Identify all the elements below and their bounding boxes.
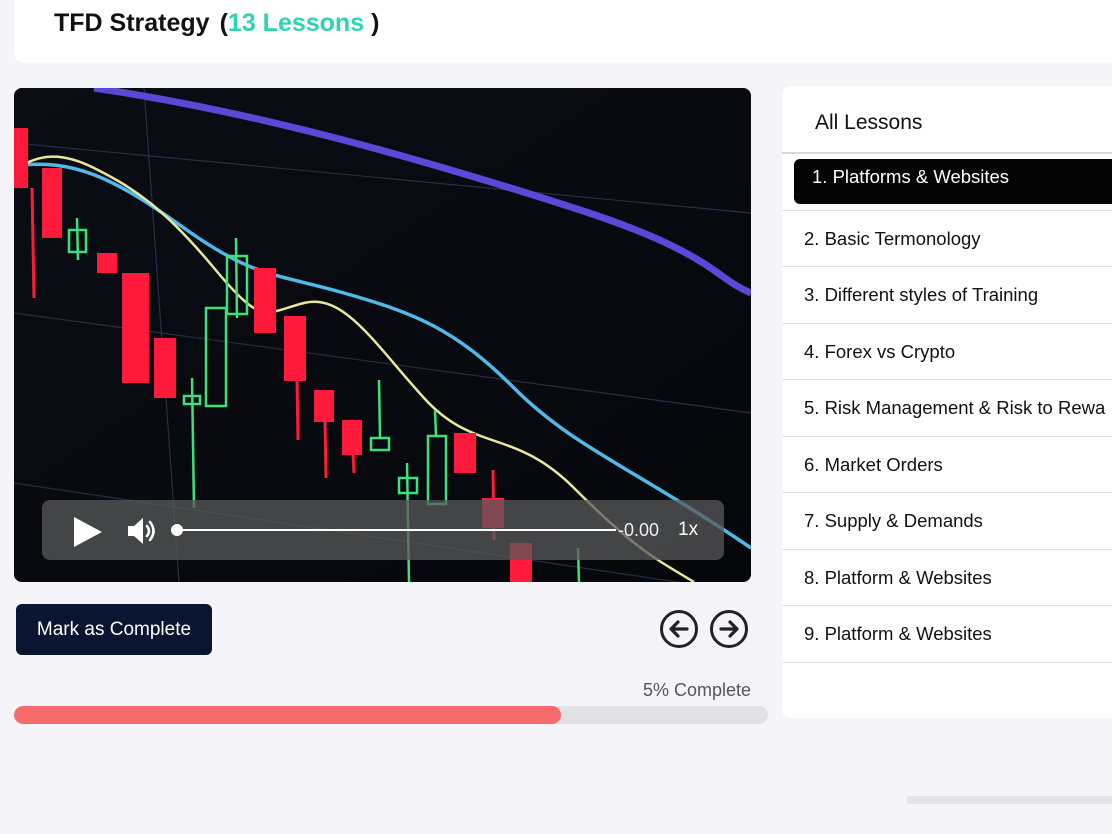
video-controls: -0.00 1x (42, 500, 724, 560)
lesson-item[interactable]: 3. Different styles of Training (782, 267, 1112, 324)
course-title: TFD Strategy (13 Lessons ) (54, 9, 379, 38)
lesson-item[interactable]: 9. Platform & Websites (782, 606, 1112, 663)
progress-fill (14, 706, 561, 724)
lesson-item[interactable]: 2. Basic Termonology (782, 211, 1112, 267)
progress-label: 5% Complete (642, 680, 751, 700)
lessons-count: 13 Lessons (227, 9, 365, 37)
lesson-label: 3. Different styles of Training (804, 284, 1039, 305)
lesson-item[interactable]: 7. Supply & Demands (782, 493, 1112, 550)
arrow-left-circle-icon[interactable] (660, 610, 698, 648)
lesson-item[interactable]: 1. Platforms & Websites (782, 154, 1112, 211)
progress-bar (14, 706, 768, 724)
lesson-label: 2. Basic Termonology (804, 227, 981, 249)
page-header: TFD Strategy (13 Lessons ) (14, 0, 1112, 63)
paren-close: ) (371, 9, 380, 37)
lesson-label: 6. Market Orders (804, 453, 943, 475)
time-readout: -0.00 (618, 520, 660, 540)
lesson-label: 1. Platforms & Websites (812, 166, 1010, 187)
lessons-panel: All Lessons 1. Platforms & Websites 2. Ba… (782, 86, 1112, 718)
play-icon[interactable] (72, 516, 104, 548)
paren-open: ( (219, 9, 228, 37)
lesson-label: 5. Risk Management & Risk to Rewa (804, 397, 1106, 418)
playback-speed-button[interactable]: 1x (678, 519, 698, 541)
volume-icon[interactable] (126, 515, 160, 547)
lesson-item[interactable]: 6. Market Orders (782, 437, 1112, 493)
lesson-list: 1. Platforms & Websites 2. Basic Termonol… (782, 154, 1112, 663)
lesson-label: 4. Forex vs Crypto (804, 340, 956, 362)
scrollbar[interactable] (906, 796, 1112, 804)
lesson-label: 8. Platform & Websites (804, 566, 992, 588)
mark-complete-button[interactable]: Mark as Complete (16, 604, 212, 655)
lesson-label: 7. Supply & Demands (804, 510, 983, 531)
panel-title: All Lessons (815, 111, 923, 134)
seek-handle[interactable] (171, 524, 183, 536)
lesson-item[interactable]: 5. Risk Management & Risk to Rewa (782, 380, 1112, 437)
lesson-item[interactable]: 4. Forex vs Crypto (782, 324, 1112, 380)
lesson-label: 9. Platform & Websites (804, 623, 992, 644)
arrow-right-circle-icon[interactable] (710, 610, 748, 648)
seek-bar[interactable] (171, 524, 616, 536)
video-player[interactable]: -0.00 1x (14, 88, 751, 582)
lesson-item[interactable]: 8. Platform & Websites (782, 550, 1112, 606)
course-name: TFD Strategy (54, 9, 210, 37)
